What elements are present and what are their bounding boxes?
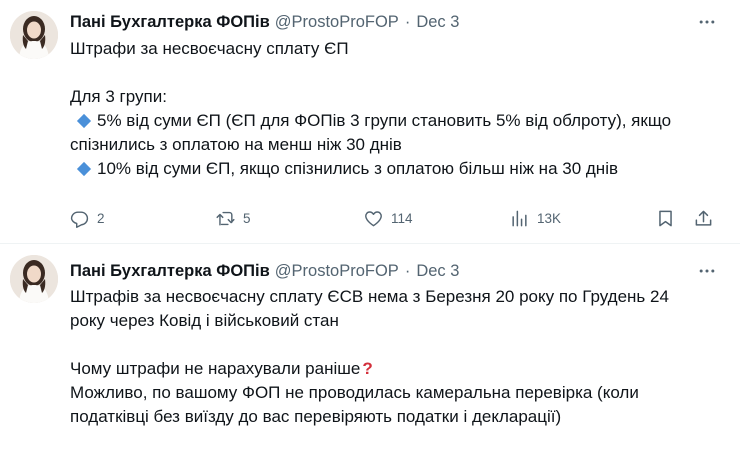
author-name[interactable]: Пані Бухгалтерка ФОПів (70, 262, 270, 281)
more-icon (699, 20, 715, 24)
text-line: Штрафів за несвоєчасну сплату ЄСВ нема з… (70, 287, 669, 306)
retweet-count: 5 (243, 210, 251, 226)
separator-dot: · (404, 261, 411, 280)
bullet-text: 5% від суми ЄП (ЄП для ФОПів 3 групи ста… (97, 111, 672, 130)
text-line: податківці без виїзду до вас перевіряють… (70, 407, 562, 426)
text-line: Штрафи за несвоєчасну сплату ЄП (70, 39, 349, 58)
author-handle[interactable]: @ProstoProFOP (275, 13, 399, 32)
author-handle[interactable]: @ProstoProFOP (275, 262, 399, 281)
tweet-date[interactable]: Dec 3 (416, 13, 459, 32)
share-icon (695, 210, 712, 226)
large-blue-diamond-icon (76, 161, 92, 176)
tweet-header: Пані Бухгалтерка ФОПів @ProstoProFOP · D… (70, 11, 459, 33)
text-line: спізнились з оплатою на менш ніж 30 днів (70, 135, 402, 154)
separator-dot: · (404, 12, 411, 31)
text-line: Можливо, по вашому ФОП не проводилась ка… (70, 383, 639, 402)
tweet-date[interactable]: Dec 3 (416, 262, 459, 281)
like-button[interactable]: 114 (364, 205, 413, 231)
question-line: Чому штрафи не нарахували раніше? (70, 357, 720, 381)
avatar-image (10, 255, 58, 303)
tweet-text: Штрафів за несвоєчасну сплату ЄСВ нема з… (70, 285, 720, 429)
avatar[interactable] (10, 11, 58, 59)
reply-button[interactable]: 2 (70, 205, 105, 231)
avatar-image (10, 11, 58, 59)
avatar[interactable] (10, 255, 58, 303)
tweet[interactable]: Пані Бухгалтерка ФОПів @ProstoProFOP · D… (0, 244, 740, 451)
bookmark-button[interactable] (656, 205, 675, 231)
share-button[interactable] (694, 205, 713, 231)
retweet-button[interactable]: 5 (216, 205, 251, 231)
question-text: Чому штрафи не нарахували раніше (70, 359, 361, 378)
tweet-text: Штрафи за несвоєчасну сплату ЄП Для 3 гр… (70, 37, 720, 181)
tweet-actions: 2 5 114 13K (70, 205, 720, 231)
red-question-mark-icon: ? (362, 359, 373, 378)
text-line: Для 3 групи: (70, 87, 167, 106)
views-button[interactable]: 13K (510, 205, 561, 231)
reply-count: 2 (97, 210, 105, 226)
bullet-text: 10% від суми ЄП, якщо спізнились з оплат… (97, 159, 618, 178)
tweet[interactable]: Пані Бухгалтерка ФОПів @ProstoProFOP · D… (0, 0, 740, 244)
large-blue-diamond-icon (76, 113, 92, 128)
bullet-line: 10% від суми ЄП, якщо спізнились з оплат… (70, 157, 720, 181)
more-button[interactable] (694, 11, 720, 33)
text-line: року через Ковід і військовий стан (70, 311, 339, 330)
bookmark-icon (659, 210, 672, 226)
reply-icon (70, 210, 89, 228)
author-name[interactable]: Пані Бухгалтерка ФОПів (70, 13, 270, 32)
more-button[interactable] (694, 260, 720, 282)
heart-icon (365, 210, 382, 226)
views-icon (512, 210, 527, 226)
view-count: 13K (537, 210, 562, 226)
like-count: 114 (391, 210, 413, 226)
retweet-icon (216, 211, 235, 226)
more-icon (699, 269, 715, 273)
bullet-line: 5% від суми ЄП (ЄП для ФОПів 3 групи ста… (70, 109, 720, 133)
tweet-header: Пані Бухгалтерка ФОПів @ProstoProFOP · D… (70, 260, 459, 282)
